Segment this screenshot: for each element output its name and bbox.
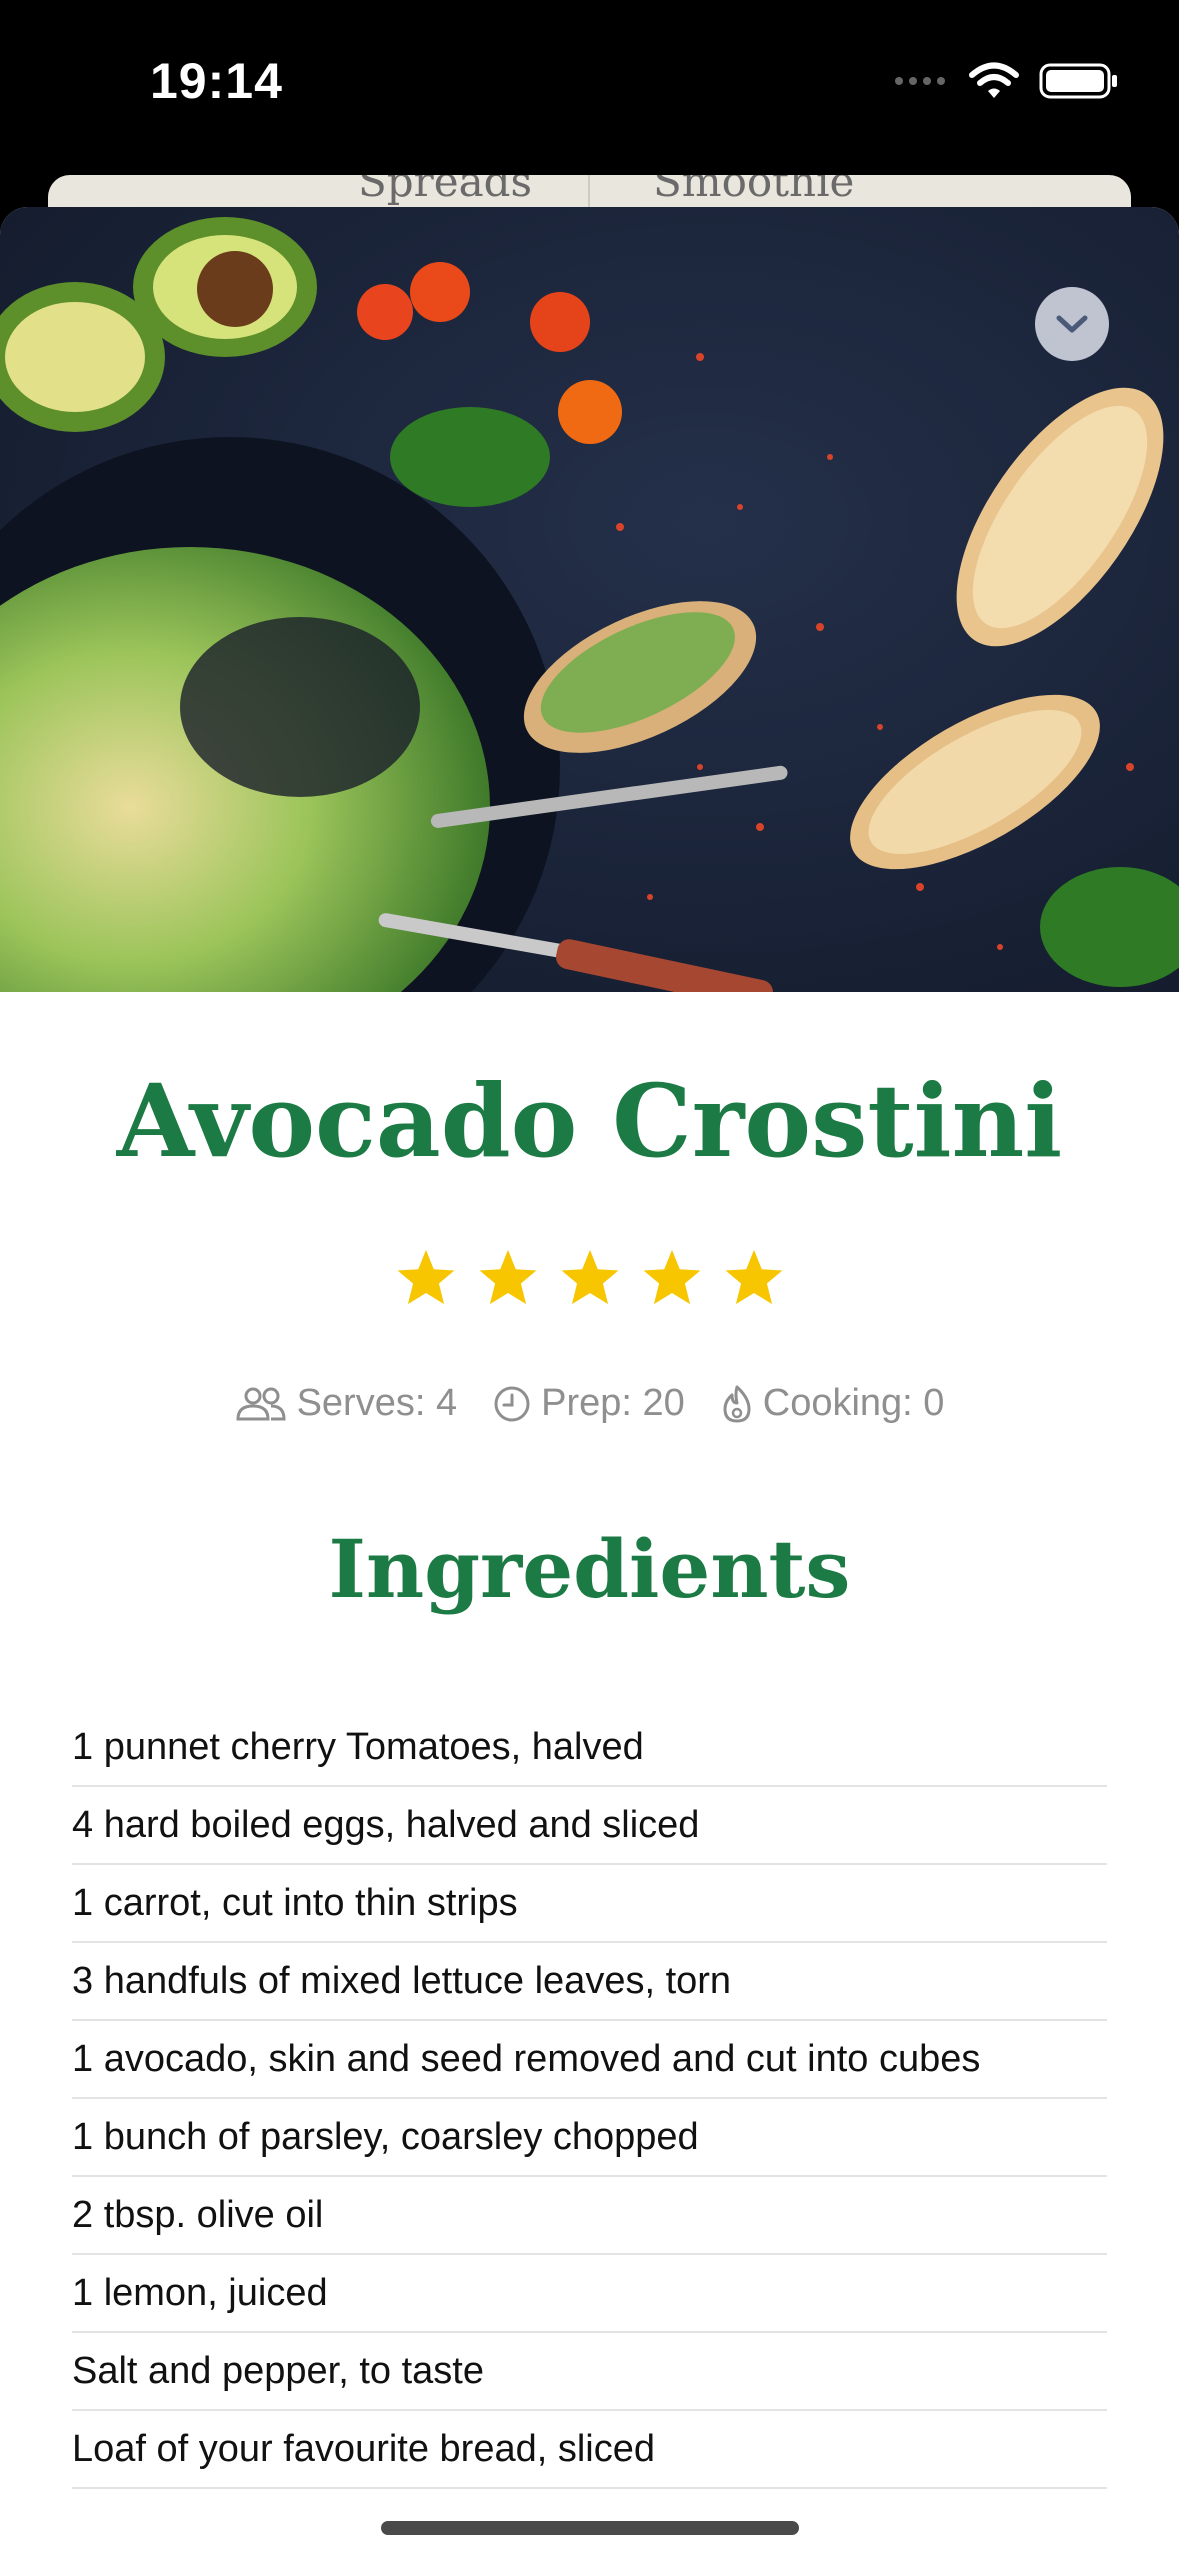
star-icon[interactable] bbox=[395, 1247, 457, 1307]
ingredient-item: 1 punnet cherry Tomatoes, halved bbox=[72, 1709, 1107, 1787]
rating-stars[interactable] bbox=[0, 1247, 1179, 1307]
ingredient-item: 2 tbsp. olive oil bbox=[72, 2177, 1107, 2255]
battery-icon bbox=[1039, 63, 1117, 99]
meta-prep-label: Prep: 20 bbox=[541, 1382, 685, 1424]
wifi-icon bbox=[969, 62, 1019, 98]
star-icon[interactable] bbox=[477, 1247, 539, 1307]
ingredients-heading: Ingredients bbox=[328, 1522, 851, 1616]
recipe-meta: Serves: 4 Prep: 20 Cooking: 0 bbox=[0, 1382, 1179, 1425]
recipe-sheet: Avocado Crostini Serves: 4 Prep: 20 Cook… bbox=[0, 207, 1179, 2556]
ingredients-list: 1 punnet cherry Tomatoes, halved 4 hard … bbox=[72, 1709, 1107, 2489]
signal-icon bbox=[895, 77, 945, 85]
home-indicator[interactable] bbox=[381, 2521, 799, 2535]
recipe-hero-image bbox=[0, 207, 1179, 992]
ingredient-item: Salt and pepper, to taste bbox=[72, 2333, 1107, 2411]
people-icon bbox=[236, 1387, 286, 1420]
flame-icon bbox=[723, 1385, 751, 1422]
meta-prep: Prep: 20 bbox=[493, 1382, 685, 1425]
status-bar: 19:14 bbox=[0, 0, 1179, 160]
star-icon[interactable] bbox=[723, 1247, 785, 1307]
chevron-down-icon bbox=[1056, 315, 1088, 333]
ingredient-item: 1 bunch of parsley, coarsley chopped bbox=[72, 2099, 1107, 2177]
background-tab-smoothie: Smoothie bbox=[653, 175, 855, 206]
collapse-button[interactable] bbox=[1035, 287, 1109, 361]
meta-serves-label: Serves: 4 bbox=[296, 1382, 458, 1424]
meta-cooking-label: Cooking: 0 bbox=[762, 1382, 945, 1424]
status-time: 19:14 bbox=[150, 53, 283, 109]
status-icons bbox=[893, 62, 1119, 100]
ingredient-item: Loaf of your favourite bread, sliced bbox=[72, 2411, 1107, 2489]
ingredient-item: 3 handfuls of mixed lettuce leaves, torn bbox=[72, 1943, 1107, 2021]
ingredient-item: 1 avocado, skin and seed removed and cut… bbox=[72, 2021, 1107, 2099]
clock-icon bbox=[494, 1386, 530, 1421]
star-icon[interactable] bbox=[559, 1247, 621, 1307]
background-tab-spreads: Spreads bbox=[358, 175, 533, 206]
meta-cooking: Cooking: 0 bbox=[721, 1382, 945, 1425]
meta-serves: Serves: 4 bbox=[235, 1382, 458, 1425]
ingredient-item: 1 carrot, cut into thin strips bbox=[72, 1865, 1107, 1943]
star-icon[interactable] bbox=[641, 1247, 703, 1307]
ingredient-item: 4 hard boiled eggs, halved and sliced bbox=[72, 1787, 1107, 1865]
ingredient-item: 1 lemon, juiced bbox=[72, 2255, 1107, 2333]
recipe-title: Avocado Crostini bbox=[116, 1062, 1063, 1180]
